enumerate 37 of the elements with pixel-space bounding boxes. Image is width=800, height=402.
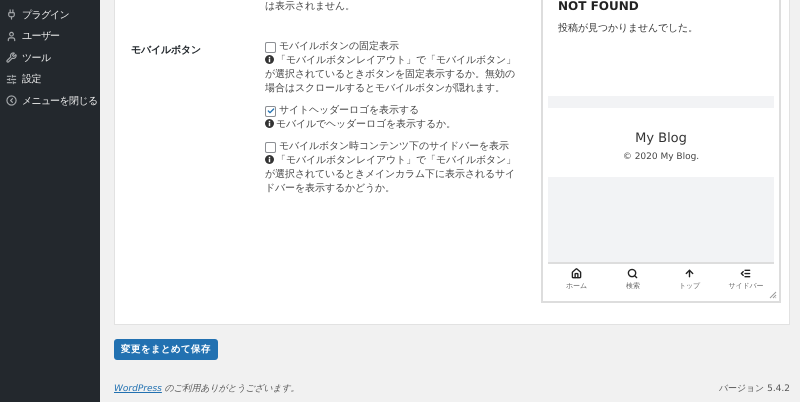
sidebar-item[interactable]: 設定 bbox=[0, 68, 100, 90]
user-icon bbox=[6, 30, 17, 42]
info-icon bbox=[265, 155, 274, 164]
checkbox-label: モバイルボタンの固定表示 bbox=[279, 40, 399, 54]
sidebar-item[interactable]: プラグイン bbox=[0, 4, 100, 26]
wordpress-link[interactable]: WordPress bbox=[114, 384, 162, 394]
checkbox-label: モバイルボタン時コンテンツ下のサイドバーを表示 bbox=[279, 140, 509, 154]
version-text: バージョン 5.4.2 bbox=[719, 383, 790, 395]
preview-message: 投稿が見つかりませんでした。 bbox=[558, 22, 699, 35]
sidebar-item[interactable]: メニューを閉じる bbox=[0, 90, 100, 112]
list-icon bbox=[740, 268, 752, 279]
search-icon bbox=[627, 268, 638, 279]
checkbox-label: サイトヘッダーロゴを表示する bbox=[279, 104, 419, 118]
info-icon bbox=[265, 55, 274, 64]
info-icon bbox=[265, 119, 274, 128]
wrench-icon bbox=[6, 52, 17, 64]
copyright-text: © 2020 My Blog. bbox=[622, 152, 700, 162]
settings-icon bbox=[6, 74, 17, 85]
arrow-up-icon bbox=[684, 268, 695, 279]
site-title: My Blog bbox=[635, 131, 687, 146]
sidebar-item[interactable]: ツール bbox=[0, 47, 100, 68]
help-text: モバイルでヘッダーロゴを表示するか。 bbox=[265, 118, 520, 132]
setting-label: モバイルボタン bbox=[131, 45, 201, 56]
help-text: 「モバイルボタンレイアウト」で「モバイルボタン」が選択されているときメインカラム下に表示されるサイドバーを表示するかどうか。 bbox=[265, 154, 517, 196]
save-button[interactable]: 変更をまとめて保存 bbox=[114, 339, 218, 360]
footer-text: WordPress のご利用ありがとうございます。 bbox=[114, 382, 300, 395]
checkbox[interactable] bbox=[265, 42, 276, 52]
resize-grip-icon[interactable] bbox=[769, 291, 777, 299]
checkbox[interactable] bbox=[265, 142, 276, 152]
help-text: は表示されません。 bbox=[265, 0, 356, 14]
home-icon bbox=[570, 268, 582, 279]
help-text: 「モバイルボタンレイアウト」で「モバイルボタン」が選択されているときボタンを固定表示するか。無効の場合はスクロールするとモバイルボタンが隠れます。 bbox=[265, 54, 517, 96]
sidebar-item[interactable]: ユーザー bbox=[0, 26, 100, 47]
checkbox[interactable] bbox=[265, 106, 276, 116]
preview-heading: NOT FOUND bbox=[558, 0, 640, 13]
plug-icon bbox=[6, 9, 17, 20]
collapse-icon bbox=[6, 95, 17, 106]
